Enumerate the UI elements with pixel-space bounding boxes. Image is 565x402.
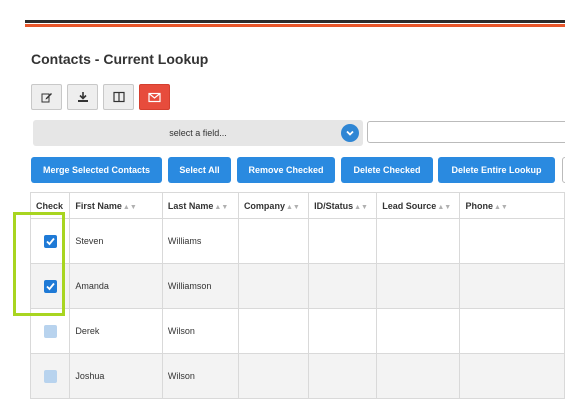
lead-source-cell	[376, 353, 461, 399]
table-row: Amanda Williamson	[29, 263, 565, 309]
download-button[interactable]	[67, 84, 98, 110]
row-checkbox[interactable]	[43, 369, 57, 383]
sort-icon[interactable]: ▲▼	[354, 204, 368, 211]
column-header-first-name[interactable]: First Name▲▼	[69, 192, 163, 219]
first-name-cell: Joshua	[69, 353, 163, 399]
sort-icon[interactable]: ▲▼	[123, 204, 137, 211]
table-row: Joshua Wilson	[29, 353, 565, 399]
download-icon	[77, 91, 89, 103]
delete-checked-button[interactable]: Delete Checked	[341, 157, 433, 183]
last-name-cell: Williams	[161, 218, 239, 264]
first-name-cell: Steven	[69, 218, 163, 264]
id-status-cell	[308, 263, 378, 309]
last-name-cell: Wilson	[161, 353, 239, 399]
first-name-cell: Derek	[69, 308, 163, 354]
page-title: Contacts - Current Lookup	[31, 51, 209, 67]
field-select-value: select a field...	[169, 128, 227, 138]
column-header-id-status[interactable]: ID/Status▲▼	[308, 192, 378, 219]
check-cell[interactable]	[29, 353, 71, 399]
top-brand-bar	[25, 20, 565, 28]
sort-icon[interactable]: ▲▼	[494, 204, 508, 211]
lead-source-cell	[376, 263, 461, 309]
checkbox-highlight-box	[13, 212, 65, 316]
company-cell	[237, 308, 310, 354]
sort-icon[interactable]: ▲▼	[214, 204, 228, 211]
column-header-last-name[interactable]: Last Name▲▼	[161, 192, 239, 219]
email-button[interactable]	[139, 84, 170, 110]
field-select[interactable]: select a field...	[33, 120, 363, 146]
columns-icon	[112, 91, 125, 103]
phone-cell	[459, 308, 565, 354]
lead-source-cell	[376, 218, 461, 264]
first-name-cell: Amanda	[69, 263, 163, 309]
table-header-row: Check First Name▲▼ Last Name▲▼ Company▲▼…	[29, 192, 565, 219]
table-row: Steven Williams	[29, 218, 565, 264]
phone-cell	[459, 218, 565, 264]
columns-button[interactable]	[103, 84, 134, 110]
phone-cell	[459, 353, 565, 399]
row-checkbox[interactable]	[43, 324, 57, 338]
contacts-table: Check First Name▲▼ Last Name▲▼ Company▲▼…	[29, 192, 565, 399]
company-cell	[237, 263, 310, 309]
id-status-cell	[308, 218, 378, 264]
company-cell	[237, 218, 310, 264]
edit-button[interactable]	[31, 84, 62, 110]
phone-cell	[459, 263, 565, 309]
column-header-phone[interactable]: Phone▲▼	[459, 192, 565, 219]
remove-checked-button[interactable]: Remove Checked	[237, 157, 335, 183]
last-name-cell: Williamson	[161, 263, 239, 309]
last-name-cell: Wilson	[161, 308, 239, 354]
email-icon	[148, 92, 161, 103]
id-status-cell	[308, 308, 378, 354]
column-header-company[interactable]: Company▲▼	[237, 192, 310, 219]
company-cell	[237, 353, 310, 399]
chevron-down-icon[interactable]	[341, 124, 359, 142]
lead-source-cell	[376, 308, 461, 354]
table-row: Derek Wilson	[29, 308, 565, 354]
column-header-lead-source[interactable]: Lead Source▲▼	[376, 192, 461, 219]
merge-selected-contacts-button[interactable]: Merge Selected Contacts	[31, 157, 162, 183]
delete-entire-lookup-button[interactable]: Delete Entire Lookup	[438, 157, 555, 183]
sort-icon[interactable]: ▲▼	[437, 204, 451, 211]
select-all-button[interactable]: Select All	[168, 157, 231, 183]
lookup-value-input[interactable]	[367, 121, 565, 143]
sort-icon[interactable]: ▲▼	[286, 204, 300, 211]
edit-icon	[41, 91, 53, 103]
id-status-cell	[308, 353, 378, 399]
